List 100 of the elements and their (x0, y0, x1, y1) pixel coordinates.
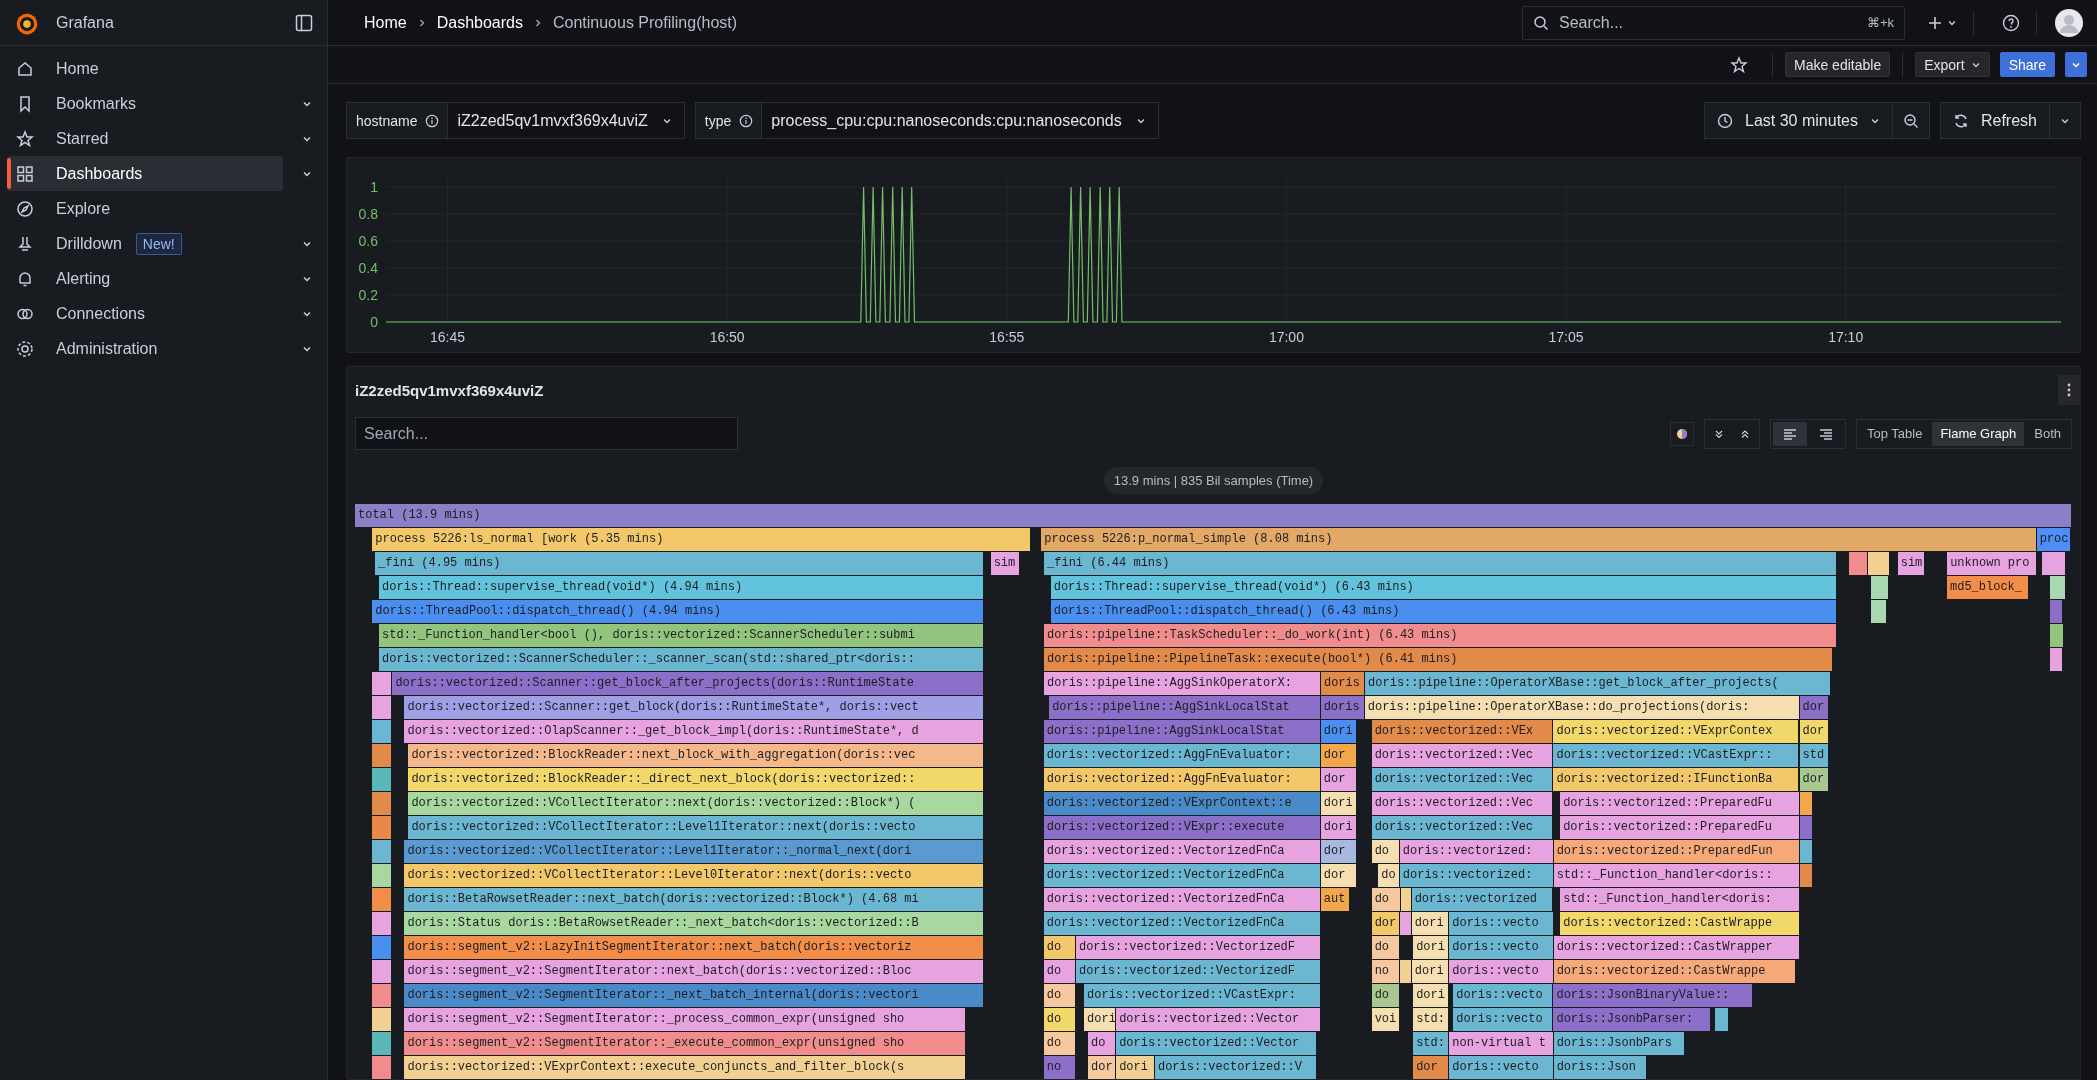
flame-frame[interactable]: dor (1320, 768, 1357, 791)
flame-frame[interactable]: doris::vectorized::Scanner::get_block_after_projects(doris::RuntimeState (392, 672, 984, 695)
flame-frame[interactable]: doris::vectorized (1411, 888, 1554, 911)
flame-frame[interactable]: do (1043, 960, 1076, 983)
flame-frame[interactable]: std: (1413, 1008, 1450, 1031)
flame-frame[interactable]: dori (1411, 912, 1450, 935)
flame-frame[interactable]: doris::segment_v2::SegmentIterator::next_batch(doris::vectorized::Bloc (404, 960, 984, 983)
flame-frame[interactable] (372, 864, 393, 887)
flame-frame[interactable]: doris::vectorized::CastWrapper (1553, 936, 1800, 959)
flame-frame[interactable]: doris::vectorized::BlockReader::_direct_next_block(doris::vectorized:: (408, 768, 984, 791)
flame-frame[interactable] (372, 1056, 393, 1079)
flame-frame[interactable]: doris::BetaRowsetReader::next_batch(doris::vectorized::Block*) (4.68 mi (404, 888, 984, 911)
flame-frame[interactable]: process 5226:p_normal_simple (8.08 mins) (1041, 528, 2037, 551)
flame-frame[interactable]: doris (1320, 672, 1366, 695)
nav-item[interactable]: Drilldown New! (7, 226, 283, 261)
flame-frame[interactable] (372, 720, 393, 743)
breadcrumb-link[interactable]: Home (364, 13, 407, 32)
flame-frame[interactable]: doris::vectorized::OlapScanner::_get_block_impl(doris::RuntimeState*, d (404, 720, 984, 743)
flame-frame[interactable] (372, 936, 393, 959)
flame-frame[interactable]: dor (1799, 696, 1829, 719)
flame-frame[interactable]: doris::vecto (1453, 984, 1554, 1007)
flame-frame[interactable]: doris::vectorized::VCastExpr:: (1553, 744, 1800, 767)
flame-frame[interactable]: doris::vectorized::CastWrappe (1553, 960, 1796, 983)
flame-frame[interactable]: doris::vecto (1449, 960, 1554, 983)
flame-frame[interactable] (1870, 600, 1887, 623)
star-icon[interactable] (1730, 55, 1748, 74)
flame-frame[interactable]: doris::pipeline::AggSinkOperatorX: (1044, 672, 1321, 695)
flame-frame[interactable]: dori (1413, 984, 1450, 1007)
flame-frame[interactable]: doris::segment_v2::SegmentIterator::_execute_common_expr(unsigned sho (404, 1032, 967, 1055)
flame-frame[interactable] (1849, 552, 1869, 575)
flame-frame[interactable]: doris::vectorized::VCollectIterator::Level1Iterator::_normal_next(dori (404, 840, 984, 863)
flame-frame[interactable] (372, 960, 393, 983)
flame-frame[interactable]: doris::pipeline::AggSinkLocalStat (1049, 696, 1321, 719)
flame-frame[interactable] (372, 1008, 393, 1031)
flame-frame[interactable]: doris::Status doris::BetaRowsetReader::_next_batch<doris::vectorized::B (404, 912, 984, 935)
flame-frame[interactable]: dor (1320, 744, 1357, 767)
flame-frame[interactable]: no (1371, 960, 1400, 983)
flame-frame[interactable]: std: (1413, 1032, 1450, 1055)
flame-frame[interactable]: doris::vecto (1449, 936, 1554, 959)
view-tab[interactable]: Both (2026, 421, 2069, 446)
flame-frame[interactable]: doris::vectorized::VCollectIterator::Level1Iterator::next(doris::vecto (408, 816, 984, 839)
flame-frame[interactable]: doris::vectorized::VectorizedFnCa (1043, 912, 1321, 935)
flame-frame[interactable]: doris::vectorized::VEx (1371, 720, 1554, 743)
flame-frame[interactable] (372, 816, 393, 839)
flame-frame[interactable]: do (1371, 984, 1400, 1007)
flame-frame[interactable]: do (1043, 1008, 1076, 1031)
flame-frame[interactable]: doris::vectorized::VectorizedFnCa (1043, 840, 1321, 863)
flame-frame[interactable]: std::_Function_handler<doris: (1560, 888, 1800, 911)
flame-frame[interactable]: doris::vectorized::AggFnEvaluator: (1043, 768, 1321, 791)
flame-frame[interactable] (2050, 576, 2066, 599)
help-icon[interactable] (2002, 13, 2020, 32)
flame-frame[interactable] (1401, 888, 1412, 911)
flame-frame[interactable]: doris::vecto (1453, 1008, 1554, 1031)
flame-frame[interactable]: std::_Function_handler<bool (), doris::vectorized::ScannerScheduler::submi (379, 624, 984, 647)
view-tab[interactable]: Top Table (1858, 421, 1931, 446)
flame-frame[interactable]: dor (1799, 768, 1829, 791)
flame-frame[interactable]: doris::vectorized::Vec (1371, 768, 1554, 791)
flame-frame[interactable]: doris::vectorized::VectorizedFnCa (1043, 888, 1321, 911)
flame-frame[interactable]: doris::ThreadPool::dispatch_thread() (4.94 mins) (372, 600, 984, 623)
variable-select[interactable]: process_cpu:cpu:nanoseconds:cpu:nanoseconds (762, 102, 1159, 139)
flame-frame[interactable]: process 5226:ls_normal [work (5.35 mins) (372, 528, 1031, 551)
flame-frame[interactable] (372, 792, 393, 815)
flame-frame[interactable]: doris::vectorized::ScannerScheduler::_scanner_scan(std::shared_ptr<doris:: (379, 648, 984, 671)
flame-frame[interactable]: do (1043, 1032, 1076, 1055)
flame-frame[interactable]: do (1043, 936, 1076, 959)
nav-item[interactable]: Explore (7, 191, 283, 226)
flame-frame[interactable] (372, 984, 393, 1007)
flame-frame[interactable]: doris::vectorized: (1399, 840, 1554, 863)
flame-frame[interactable]: dor (1320, 864, 1357, 887)
flame-frame[interactable]: doris::pipeline::OperatorXBase::do_projections(doris: (1364, 696, 1800, 719)
flame-frame[interactable]: total (13.9 mins) (355, 504, 2072, 527)
share-menu-button[interactable] (2065, 52, 2087, 77)
view-tab[interactable]: Flame Graph (1932, 421, 2025, 446)
flame-frame[interactable] (1868, 552, 1890, 575)
flame-frame[interactable]: do (1043, 984, 1076, 1007)
flame-frame[interactable]: do (1378, 864, 1400, 887)
flame-frame[interactable]: dor (1088, 1056, 1117, 1079)
nav-item[interactable]: Connections (7, 296, 283, 331)
flame-frame[interactable]: dori (1320, 792, 1357, 815)
flame-frame[interactable]: doris::vectorized::BlockReader::next_block_with_aggregation(doris::vec (408, 744, 984, 767)
flame-frame[interactable]: no (1043, 1056, 1076, 1079)
flame-frame[interactable] (1715, 1008, 1729, 1031)
flame-frame[interactable]: doris::JsonbParser: (1553, 1008, 1712, 1031)
flame-frame[interactable]: doris::vectorized::VCollectIterator::Level0Iterator::next(doris::vecto (404, 864, 984, 887)
flame-frame[interactable]: doris (1320, 696, 1365, 719)
flame-frame[interactable] (372, 768, 393, 791)
plus-icon[interactable] (1927, 14, 1943, 31)
zoom-out-button[interactable] (1891, 102, 1930, 139)
flame-frame[interactable]: doris::pipeline::PipelineTask::execute(bool*) (6.41 mins) (1044, 648, 1834, 671)
nav-item[interactable]: Home (7, 51, 283, 86)
flame-frame[interactable]: doris::vectorized::VectorizedF (1075, 936, 1321, 959)
flame-frame[interactable]: doris::vectorized::VExpr::execute (1043, 816, 1321, 839)
flame-frame[interactable]: sim (1897, 552, 1925, 575)
flame-frame[interactable]: dori (1411, 960, 1450, 983)
flame-frame[interactable]: do (1371, 840, 1400, 863)
flame-frame[interactable]: non-virtual t (1449, 1032, 1554, 1055)
flame-frame[interactable] (2050, 624, 2064, 647)
nav-item[interactable]: Starred (7, 121, 283, 156)
toolbar-button[interactable]: Share (1999, 52, 2055, 77)
flame-frame[interactable]: proc (2036, 528, 2072, 551)
